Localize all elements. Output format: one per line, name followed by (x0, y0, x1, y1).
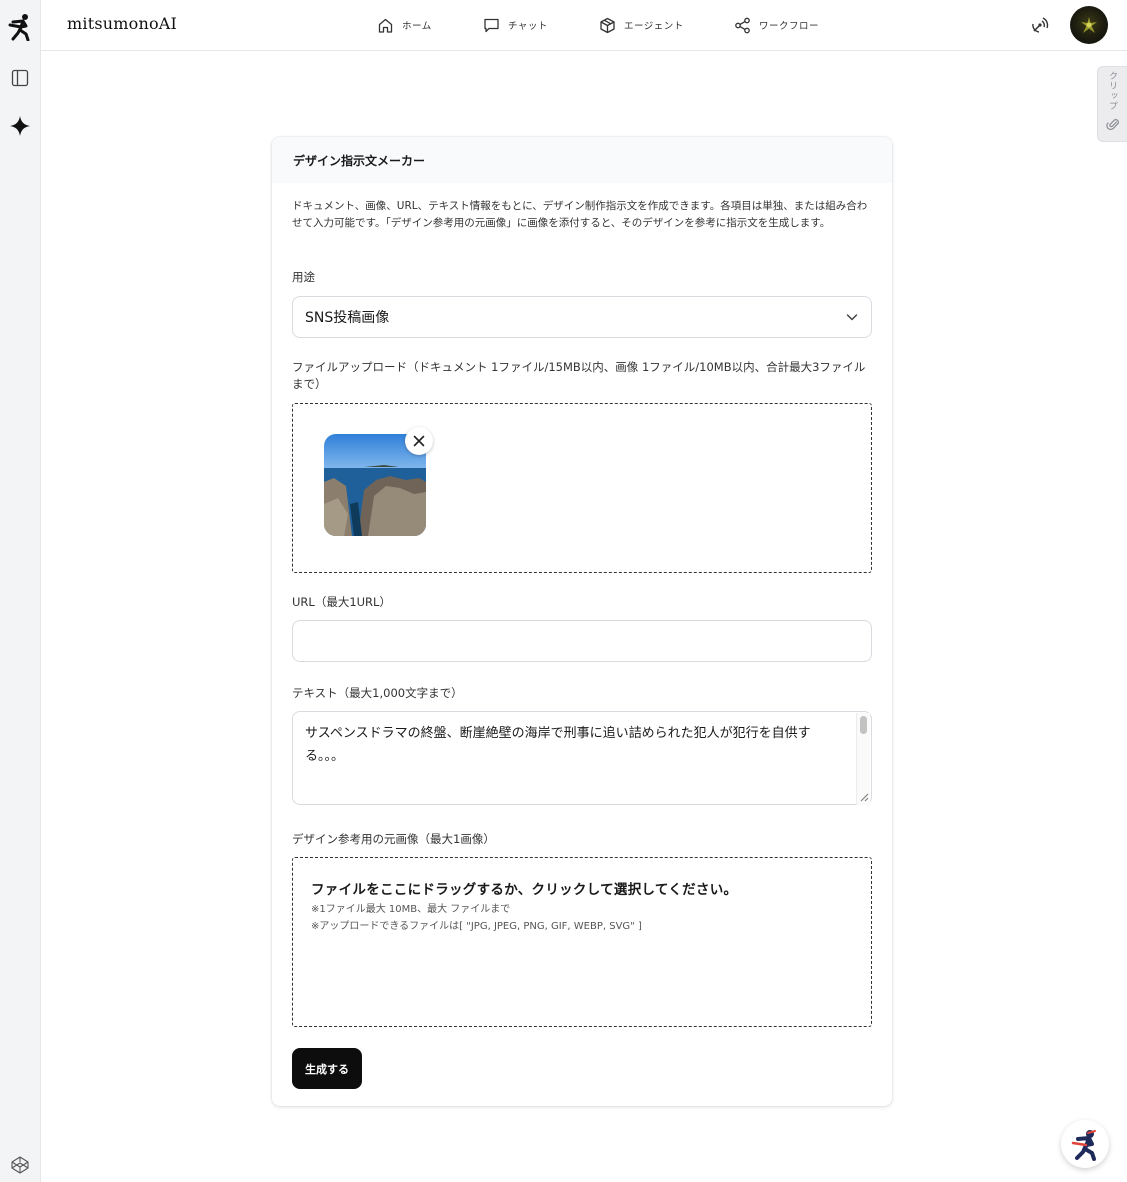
left-rail (0, 0, 41, 1182)
runner-logo-icon[interactable] (6, 13, 34, 41)
ref-note-size: ※1ファイル最大 10MB、最大 ファイルまで (311, 904, 511, 915)
user-avatar-button[interactable] (1070, 0, 1108, 50)
sidebar-toggle-icon[interactable] (6, 64, 34, 92)
paperclip-icon (1105, 119, 1119, 130)
ref-image-label: デザイン参考用の元画像（最大1画像） (292, 832, 495, 846)
chevron-down-icon (846, 314, 858, 321)
text-label: テキスト（最大1,000文字まで） (292, 686, 463, 700)
ref-image-dropzone[interactable]: ファイルをここにドラッグするか、クリックして選択してください。 ※1ファイル最大… (292, 857, 872, 1027)
file-upload-dropzone[interactable] (292, 403, 872, 573)
nav-agent-label: エージェント (624, 21, 684, 32)
top-header: mitsumonoAI ホーム チャット エージェント ワークフロー (41, 0, 1127, 51)
card-title: デザイン指示文メーカー (272, 137, 892, 183)
nav-workflow-label: ワークフロー (759, 21, 820, 32)
remove-image-button[interactable] (405, 427, 433, 455)
resize-handle-icon[interactable] (859, 792, 869, 802)
scrollbar-thumb[interactable] (860, 716, 867, 734)
nav-agent[interactable]: エージェント (599, 0, 684, 50)
runner-mascot-icon (1071, 1130, 1096, 1161)
cube-icon (600, 17, 615, 33)
nav-home-label: ホーム (402, 21, 432, 32)
broadcast-icon (1032, 17, 1049, 33)
url-label: URL（最大1URL） (292, 595, 391, 609)
clip-side-tab[interactable]: クリップ (1097, 66, 1127, 142)
text-input-value: サスペンスドラマの終盤、断崖絶壁の海岸で刑事に追い詰められた犯人が犯行を自供する… (305, 726, 811, 764)
purpose-select[interactable]: SNS投稿画像 (292, 296, 872, 338)
chat-icon (484, 18, 499, 32)
nav-workflow[interactable]: ワークフロー (734, 0, 819, 50)
sparkle-icon[interactable] (6, 112, 34, 140)
purpose-selected-value: SNS投稿画像 (305, 310, 390, 326)
ref-drop-title: ファイルをここにドラッグするか、クリックして選択してください。 (311, 882, 738, 898)
broadcast-button[interactable] (1030, 0, 1050, 50)
share-icon (735, 17, 750, 33)
ref-note-types: ※アップロードできるファイルは[ "JPG, JPEG, PNG, GIF, W… (311, 921, 642, 932)
clip-tab-label: クリップ (1107, 71, 1117, 111)
close-icon (413, 435, 425, 447)
brand-name[interactable]: mitsumonoAI (67, 14, 177, 33)
avatar (1070, 6, 1108, 44)
generate-button[interactable]: 生成する (292, 1048, 362, 1089)
upload-label: ファイルアップロード（ドキュメント 1ファイル/15MB以内、画像 1ファイル/… (292, 360, 866, 391)
purpose-label: 用途 (292, 270, 315, 284)
design-brief-card: デザイン指示文メーカー ドキュメント、画像、URL、テキスト情報をもとに、デザイ… (272, 137, 892, 1106)
nav-chat-label: チャット (508, 21, 548, 32)
form-description: ドキュメント、画像、URL、テキスト情報をもとに、デザイン制作指示文を作成できま… (292, 200, 868, 229)
text-input[interactable]: サスペンスドラマの終盤、断崖絶壁の海岸で刑事に追い詰められた犯人が犯行を自供する… (292, 711, 872, 805)
home-icon (378, 18, 393, 33)
nav-home[interactable]: ホーム (377, 0, 432, 50)
nav-chat[interactable]: チャット (483, 0, 548, 50)
codepen-icon[interactable] (6, 1151, 34, 1179)
assistant-fab[interactable] (1061, 1120, 1109, 1168)
url-input[interactable] (292, 620, 872, 662)
